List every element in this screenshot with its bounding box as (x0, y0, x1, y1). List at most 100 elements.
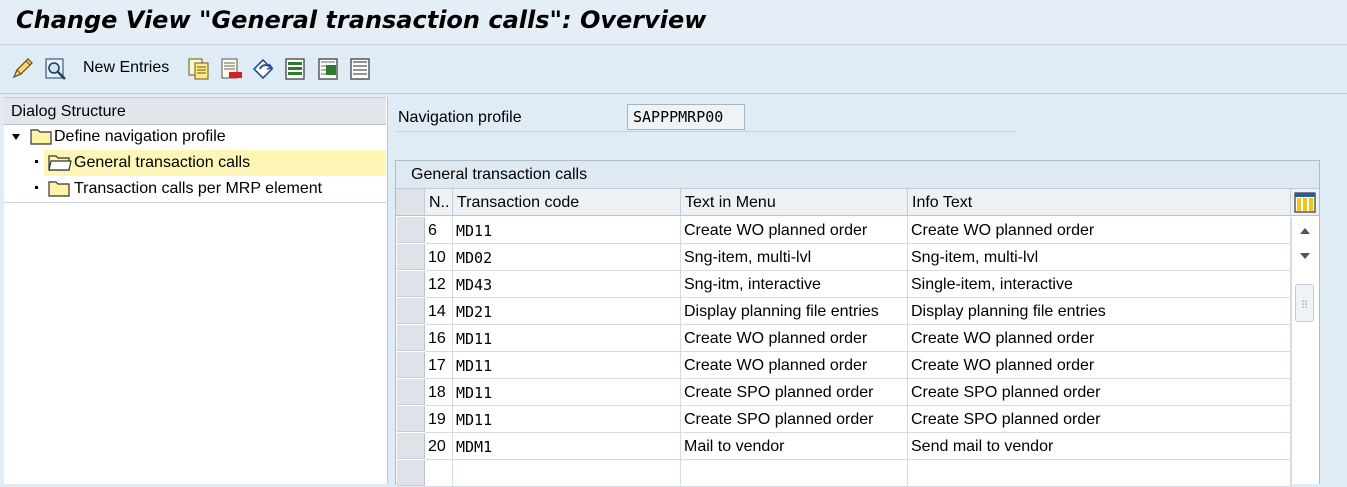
tree-divider (4, 202, 386, 203)
table-cell[interactable]: MD02 (453, 244, 681, 271)
table-cell[interactable]: Create SPO planned order (908, 406, 1291, 433)
cell-value: 17 (428, 357, 446, 374)
table-cell[interactable]: Single-item, interactive (908, 271, 1291, 298)
select-all-rows-corner[interactable] (396, 189, 425, 216)
cell-value: Single-item, interactive (911, 276, 1073, 293)
column-header-text-in-menu[interactable]: Text in Menu (681, 189, 908, 216)
row-selector[interactable] (397, 271, 425, 297)
cell-value: 19 (428, 411, 446, 428)
cell-value: Create WO planned order (684, 357, 868, 374)
empty-table-cell (453, 460, 681, 487)
folder-icon (30, 129, 52, 145)
cell-value: Create WO planned order (911, 222, 1095, 239)
cell-value: Create WO planned order (684, 222, 868, 239)
column-header-label: Text in Menu (685, 194, 776, 211)
table-cell[interactable]: 19 (425, 406, 453, 433)
table-cell[interactable]: Send mail to vendor (908, 433, 1291, 460)
dialog-structure-panel: Dialog Structure Define navigation profi… (4, 97, 388, 484)
table-cell[interactable]: Create WO planned order (908, 325, 1291, 352)
row-selector[interactable] (397, 298, 425, 324)
cell-value: Create SPO planned order (684, 411, 874, 428)
row-selector[interactable] (397, 433, 425, 459)
table-cell[interactable]: Sng-item, multi-lvl (681, 244, 908, 271)
table-cell[interactable]: MD11 (453, 217, 681, 244)
column-header-info-text[interactable]: Info Text (908, 189, 1291, 216)
table-cell[interactable]: Create WO planned order (908, 352, 1291, 379)
tree-item-label: Transaction calls per MRP element (74, 180, 323, 197)
table-cell[interactable]: Create SPO planned order (908, 379, 1291, 406)
table-cell[interactable]: 12 (425, 271, 453, 298)
table-cell[interactable]: 10 (425, 244, 453, 271)
cell-value: MD11 (456, 330, 493, 348)
table-cell[interactable]: Sng-item, multi-lvl (908, 244, 1291, 271)
navigation-profile-label: Navigation profile (398, 109, 522, 126)
display-glasses-icon[interactable] (44, 57, 68, 81)
table-cell[interactable]: MDM1 (453, 433, 681, 460)
table-cell[interactable]: Display planning file entries (908, 298, 1291, 325)
table-cell[interactable]: Create SPO planned order (681, 379, 908, 406)
select-block-icon[interactable] (317, 57, 341, 81)
column-settings-icon[interactable] (1294, 192, 1316, 213)
column-header-number[interactable]: N.. (425, 189, 453, 216)
edit-pencil-icon[interactable] (11, 57, 35, 81)
table-cell[interactable]: Create WO planned order (681, 217, 908, 244)
open-folder-icon (48, 155, 72, 171)
table-cell[interactable]: Create WO planned order (908, 217, 1291, 244)
table-cell[interactable]: Create WO planned order (681, 325, 908, 352)
cell-value: MD43 (456, 276, 493, 294)
scroll-up-icon[interactable] (1298, 224, 1312, 238)
empty-table-cell (908, 460, 1291, 487)
empty-table-cell (681, 460, 908, 487)
scroll-down-icon[interactable] (1298, 249, 1312, 263)
row-selector[interactable] (397, 379, 425, 405)
table-cell[interactable]: MD11 (453, 379, 681, 406)
table-cell[interactable]: Sng-itm, interactive (681, 271, 908, 298)
expand-arrow-icon[interactable] (12, 133, 20, 141)
table-cell[interactable]: MD21 (453, 298, 681, 325)
row-selector[interactable] (397, 406, 425, 432)
vertical-scrollbar[interactable] (1291, 217, 1319, 484)
scrollbar-thumb[interactable] (1295, 284, 1314, 322)
table-cell[interactable]: 17 (425, 352, 453, 379)
tree-item-general-transaction-calls[interactable]: General transaction calls (44, 150, 386, 176)
tree-item-transaction-calls-per-mrp-element[interactable]: Transaction calls per MRP element (44, 176, 386, 202)
cell-value: 6 (428, 222, 437, 239)
row-selector[interactable] (397, 217, 425, 243)
table-cell[interactable]: 18 (425, 379, 453, 406)
row-selector[interactable] (397, 352, 425, 378)
column-header-transaction-code[interactable]: Transaction code (453, 189, 681, 216)
page-title: Change View "General transaction calls":… (16, 6, 707, 34)
table-cell[interactable]: Create SPO planned order (681, 406, 908, 433)
table-cell[interactable]: Mail to vendor (681, 433, 908, 460)
table-cell[interactable]: Create WO planned order (681, 352, 908, 379)
table-cell[interactable]: 6 (425, 217, 453, 244)
navigation-profile-field[interactable]: SAPPPMRP00 (627, 104, 745, 130)
row-selector[interactable] (397, 325, 425, 351)
table-title: General transaction calls (411, 166, 588, 183)
cell-value: Create WO planned order (684, 330, 868, 347)
table-cell[interactable]: MD11 (453, 352, 681, 379)
deselect-all-icon[interactable] (349, 57, 373, 81)
cell-value: Sng-item, multi-lvl (911, 249, 1039, 266)
select-all-icon[interactable] (284, 57, 308, 81)
table-cell[interactable]: 14 (425, 298, 453, 325)
table-cell[interactable]: MD43 (453, 271, 681, 298)
copy-icon[interactable] (187, 57, 211, 81)
cell-value: Create SPO planned order (911, 384, 1101, 401)
table-cell[interactable]: Display planning file entries (681, 298, 908, 325)
table-cell[interactable]: 20 (425, 433, 453, 460)
cell-value: MD11 (456, 411, 493, 429)
cell-value: Sng-item, multi-lvl (684, 249, 812, 266)
row-selector[interactable] (397, 460, 425, 486)
new-entries-button[interactable]: New Entries (83, 59, 169, 77)
table-cell[interactable]: 16 (425, 325, 453, 352)
delete-icon[interactable] (220, 57, 244, 81)
table-cell[interactable]: MD11 (453, 325, 681, 352)
tree-item-define-navigation-profile[interactable]: Define navigation profile (4, 124, 386, 150)
undo-change-icon[interactable] (252, 57, 276, 81)
cell-value: Display planning file entries (911, 303, 1106, 320)
row-selector[interactable] (397, 244, 425, 270)
table-cell[interactable]: MD11 (453, 406, 681, 433)
table-title-bar: General transaction calls (396, 161, 1319, 189)
cell-value: Create SPO planned order (684, 384, 874, 401)
